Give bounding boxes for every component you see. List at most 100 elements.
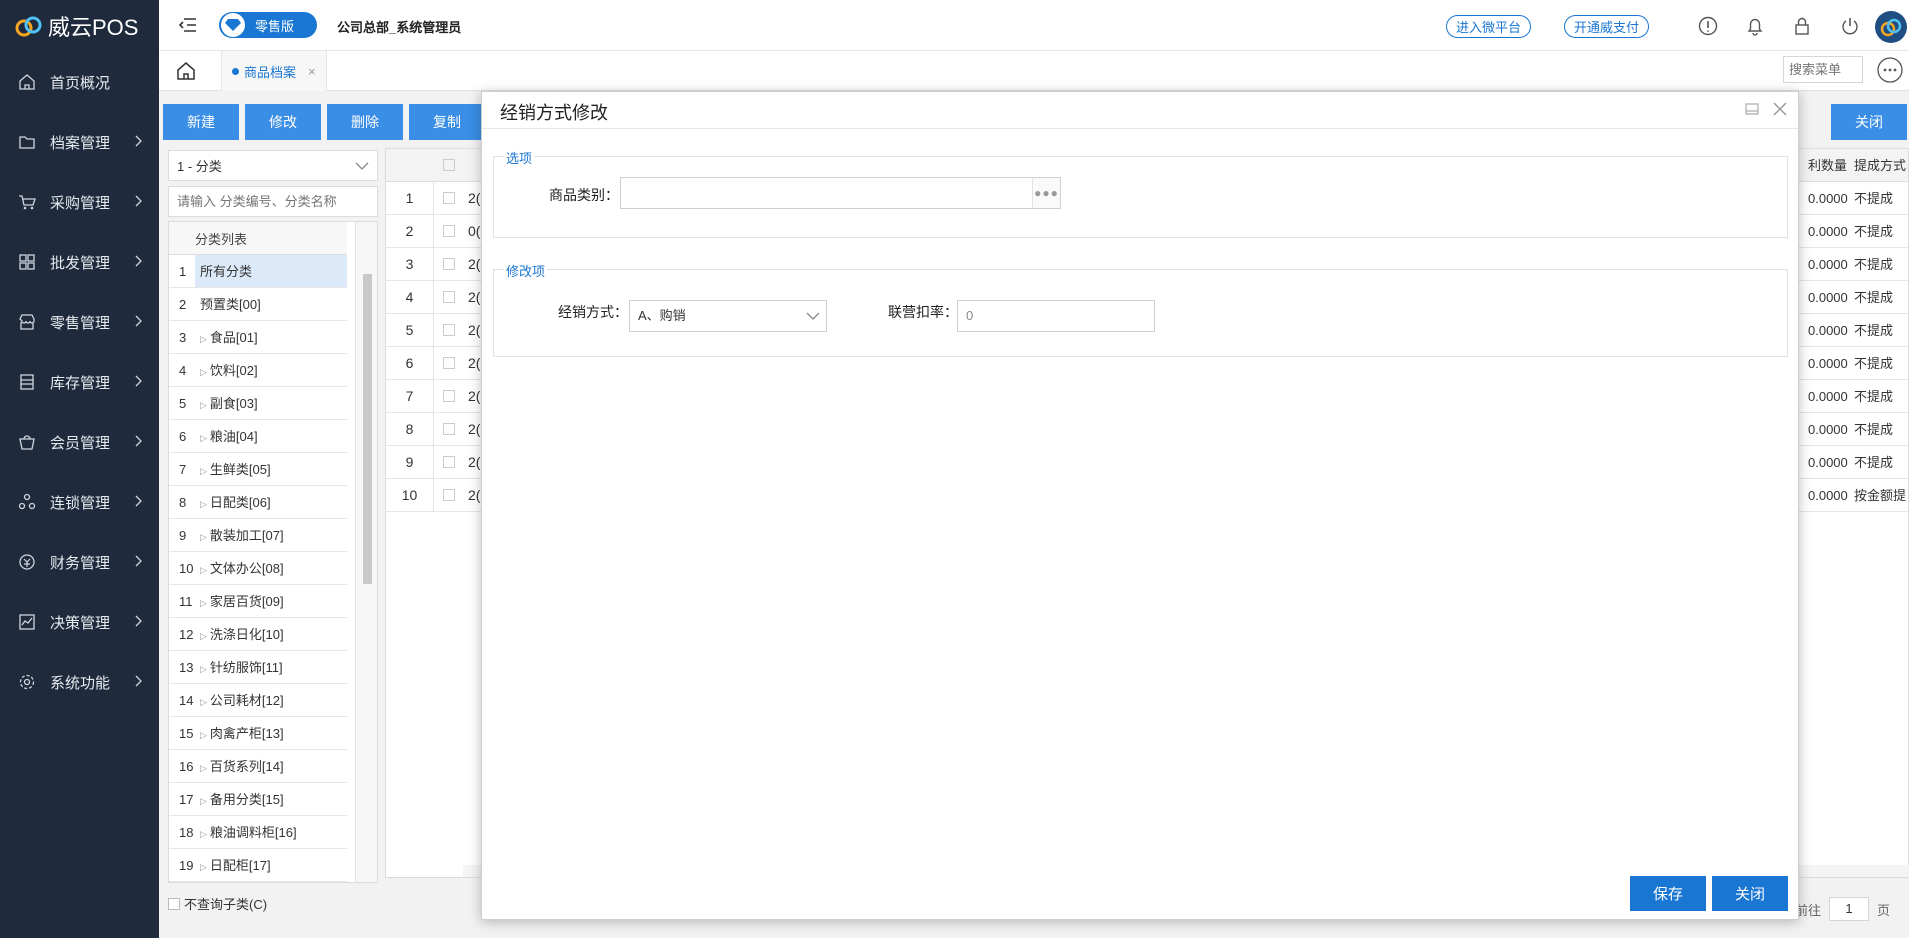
category-row[interactable]: 2 预置类[00] (169, 288, 347, 321)
category-row[interactable]: 15 ▷ 肉禽产柜[13] (169, 717, 347, 750)
more-icon[interactable] (1876, 56, 1904, 84)
bell-icon[interactable] (1744, 15, 1766, 37)
sidebar-item-2[interactable]: 采购管理 (0, 172, 159, 232)
expand-triangle-icon[interactable]: ▷ (200, 499, 207, 509)
category-cell[interactable]: ▷ 百货系列[14] (195, 750, 347, 782)
category-row[interactable]: 5 ▷ 副食[03] (169, 387, 347, 420)
expand-triangle-icon[interactable]: ▷ (200, 532, 207, 542)
app-logo[interactable]: 威云POS (0, 0, 159, 52)
expand-triangle-icon[interactable]: ▷ (200, 697, 207, 707)
page-close-button[interactable]: 关闭 (1831, 104, 1907, 140)
row-checkbox[interactable] (443, 291, 455, 303)
category-row[interactable]: 16 ▷ 百货系列[14] (169, 750, 347, 783)
copy-button[interactable]: 复制 (409, 104, 485, 140)
rate-input[interactable]: 0 (957, 300, 1155, 332)
category-cell[interactable]: ▷ 粮油[04] (195, 420, 347, 452)
new-button[interactable]: 新建 (163, 104, 239, 140)
scroll-thumb[interactable] (363, 274, 372, 584)
category-row[interactable]: 10 ▷ 文体办公[08] (169, 552, 347, 585)
expand-triangle-icon[interactable]: ▷ (200, 631, 207, 641)
expand-triangle-icon[interactable]: ▷ (200, 664, 207, 674)
edit-button[interactable]: 修改 (245, 104, 321, 140)
expand-triangle-icon[interactable]: ▷ (200, 730, 207, 740)
sidebar-item-0[interactable]: 首页概况 (0, 52, 159, 112)
micro-platform-link[interactable]: 进入微平台 (1446, 15, 1532, 38)
category-row[interactable]: 1 所有分类 (169, 255, 347, 288)
user-avatar[interactable] (1875, 11, 1907, 43)
menu-search-input[interactable] (1783, 56, 1863, 83)
page-input[interactable]: 1 (1829, 897, 1870, 921)
category-row[interactable]: 17 ▷ 备用分类[15] (169, 783, 347, 816)
expand-triangle-icon[interactable]: ▷ (200, 334, 207, 344)
category-scrollbar[interactable] (355, 222, 377, 882)
expand-triangle-icon[interactable]: ▷ (200, 862, 207, 872)
row-checkbox[interactable] (443, 225, 455, 237)
category-row[interactable]: 4 ▷ 饮料[02] (169, 354, 347, 387)
row-checkbox[interactable] (443, 423, 455, 435)
row-checkbox[interactable] (443, 390, 455, 402)
category-row[interactable]: 7 ▷ 生鲜类[05] (169, 453, 347, 486)
lock-icon[interactable] (1791, 15, 1813, 37)
expand-triangle-icon[interactable]: ▷ (200, 598, 207, 608)
category-cell[interactable]: ▷ 散装加工[07] (195, 519, 347, 551)
sidebar-item-7[interactable]: 连锁管理 (0, 472, 159, 532)
menu-collapse-icon[interactable] (177, 14, 199, 36)
category-cell[interactable]: ▷ 备用分类[15] (195, 783, 347, 815)
select-all-checkbox[interactable] (443, 159, 455, 171)
category-row[interactable]: 6 ▷ 粮油[04] (169, 420, 347, 453)
category-cell[interactable]: ▷ 家居百货[09] (195, 585, 347, 617)
category-picker-button[interactable]: ●●● (1032, 178, 1060, 208)
category-cell[interactable]: 所有分类 (195, 255, 347, 287)
category-row[interactable]: 11 ▷ 家居百货[09] (169, 585, 347, 618)
sidebar-item-9[interactable]: 决策管理 (0, 592, 159, 652)
edition-badge[interactable]: 零售版 (219, 12, 317, 38)
category-row[interactable]: 9 ▷ 散装加工[07] (169, 519, 347, 552)
row-checkbox[interactable] (443, 489, 455, 501)
category-level-select[interactable]: 1 - 分类 (168, 150, 378, 181)
category-row[interactable]: 13 ▷ 针纺服饰[11] (169, 651, 347, 684)
open-pay-link[interactable]: 开通威支付 (1564, 15, 1650, 38)
row-checkbox[interactable] (443, 357, 455, 369)
dialog-close-button[interactable]: 关闭 (1712, 876, 1788, 911)
delete-button[interactable]: 删除 (327, 104, 403, 140)
category-row[interactable]: 8 ▷ 日配类[06] (169, 486, 347, 519)
sidebar-item-8[interactable]: 财务管理 (0, 532, 159, 592)
close-tab-icon[interactable]: × (308, 64, 316, 79)
category-cell[interactable]: ▷ 饮料[02] (195, 354, 347, 386)
expand-triangle-icon[interactable]: ▷ (200, 400, 207, 410)
sidebar-item-4[interactable]: 零售管理 (0, 292, 159, 352)
row-checkbox[interactable] (443, 258, 455, 270)
category-field[interactable]: ●●● (620, 177, 1061, 209)
sidebar-item-3[interactable]: 批发管理 (0, 232, 159, 292)
minimize-icon[interactable] (1744, 101, 1760, 117)
info-icon[interactable] (1697, 15, 1719, 37)
sidebar-item-1[interactable]: 档案管理 (0, 112, 159, 172)
expand-triangle-icon[interactable]: ▷ (200, 763, 207, 773)
category-cell[interactable]: ▷ 日配柜[17] (195, 849, 347, 881)
expand-triangle-icon[interactable]: ▷ (200, 433, 207, 443)
row-checkbox[interactable] (443, 456, 455, 468)
category-cell[interactable]: ▷ 生鲜类[05] (195, 453, 347, 485)
expand-triangle-icon[interactable]: ▷ (200, 796, 207, 806)
category-row[interactable]: 3 ▷ 食品[01] (169, 321, 347, 354)
category-cell[interactable]: ▷ 公司耗材[12] (195, 684, 347, 716)
category-row[interactable]: 19 ▷ 日配柜[17] (169, 849, 347, 882)
category-row[interactable]: 18 ▷ 粮油调料柜[16] (169, 816, 347, 849)
category-cell[interactable]: ▷ 日配类[06] (195, 486, 347, 518)
category-cell[interactable]: 预置类[00] (195, 288, 347, 320)
category-cell[interactable]: ▷ 肉禽产柜[13] (195, 717, 347, 749)
sidebar-item-5[interactable]: 库存管理 (0, 352, 159, 412)
category-cell[interactable]: ▷ 食品[01] (195, 321, 347, 353)
category-search-input[interactable] (168, 186, 378, 217)
expand-triangle-icon[interactable]: ▷ (200, 367, 207, 377)
save-button[interactable]: 保存 (1630, 876, 1706, 911)
category-row[interactable]: 14 ▷ 公司耗材[12] (169, 684, 347, 717)
category-cell[interactable]: ▷ 洗涤日化[10] (195, 618, 347, 650)
dialog-close-icon[interactable] (1770, 99, 1790, 119)
home-tab-icon[interactable] (175, 60, 197, 82)
sidebar-item-6[interactable]: 会员管理 (0, 412, 159, 472)
category-cell[interactable]: ▷ 文体办公[08] (195, 552, 347, 584)
no-subcategory-checkbox[interactable]: 不查询子类(C) (168, 894, 267, 913)
expand-triangle-icon[interactable]: ▷ (200, 565, 207, 575)
checkbox-box[interactable] (168, 897, 180, 910)
